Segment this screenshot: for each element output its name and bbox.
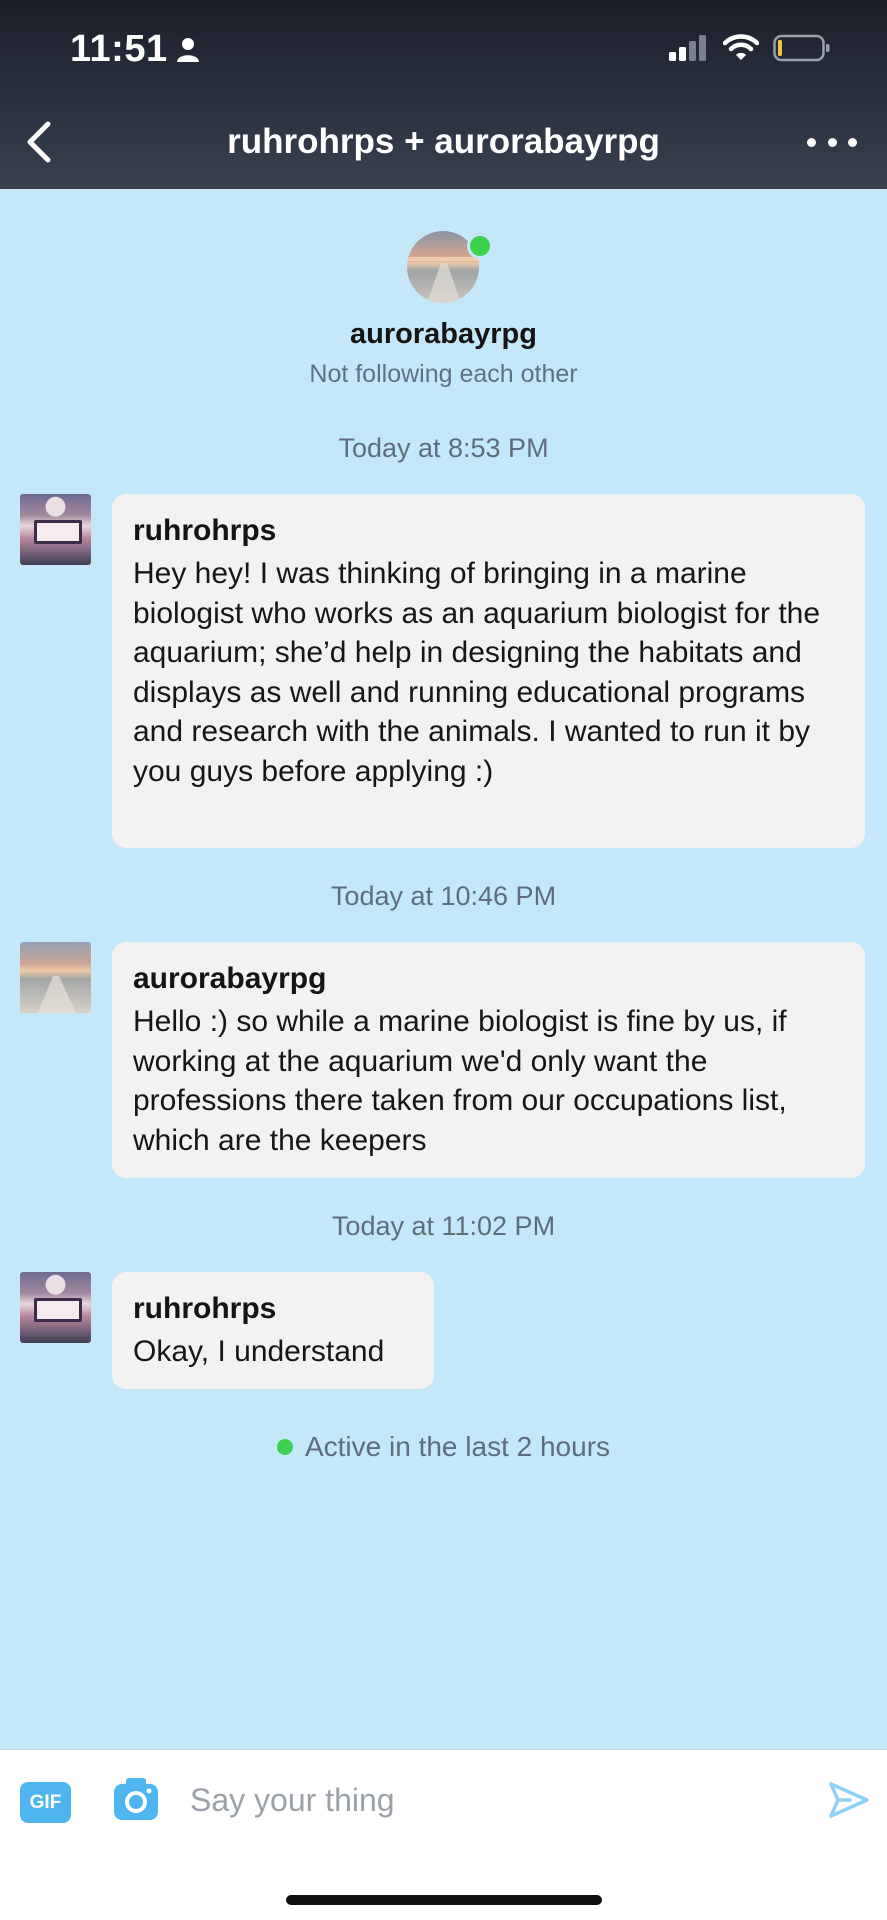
timestamp: Today at 10:46 PM <box>330 881 557 911</box>
send-button[interactable] <box>828 1780 870 1820</box>
clock-text: 11:51 <box>70 28 168 70</box>
message-bubble: ruhrohrps Okay, I understand <box>112 1272 434 1389</box>
profile-name[interactable]: aurorabayrpg <box>0 318 887 351</box>
message-author[interactable]: ruhrohrps <box>133 512 844 550</box>
top-bar: 11:51 ruhrohrps + aurorabayrpg <box>0 0 887 189</box>
timestamp: Today at 11:02 PM <box>331 1211 556 1241</box>
message-bubble: aurorabayrpg Hello :) so while a marine … <box>112 942 865 1178</box>
cellular-signal-icon <box>669 35 706 61</box>
online-indicator <box>467 233 493 259</box>
status-indicators <box>669 34 831 62</box>
message-input[interactable] <box>190 1768 810 1832</box>
camera-button[interactable] <box>112 1776 160 1822</box>
message-text: Hello :) so while a marine biologist is … <box>133 1005 787 1157</box>
more-horizontal-icon-dot <box>848 137 857 147</box>
timestamp: Today at 8:53 PM <box>338 433 549 463</box>
battery-icon <box>773 34 830 62</box>
active-status-text: Active in the last 2 hours <box>304 1431 611 1462</box>
more-horizontal-icon-dot <box>807 137 816 147</box>
home-indicator[interactable] <box>286 1895 602 1905</box>
more-horizontal-icon-dot <box>827 137 837 147</box>
message-text: Okay, I understand <box>133 1335 385 1368</box>
avatar[interactable] <box>20 494 91 565</box>
wifi-icon <box>723 34 759 60</box>
message-bubble: ruhrohrps Hey hey! I was thinking of bri… <box>112 494 865 848</box>
conversation-title: ruhrohrps + aurorabayrpg <box>227 122 660 161</box>
message-author[interactable]: ruhrohrps <box>133 1290 413 1328</box>
status-bar-time: 11:51 <box>70 28 200 71</box>
gif-button[interactable]: GIF <box>20 1782 71 1823</box>
avatar[interactable] <box>20 1272 91 1343</box>
follow-status: Not following each other <box>309 360 578 388</box>
message-text: Hey hey! I was thinking of bringing in a… <box>133 557 821 788</box>
beach-image <box>38 976 76 1013</box>
camera-icon <box>114 1778 158 1820</box>
send-icon <box>829 1782 869 1818</box>
online-dot-icon <box>276 1439 293 1455</box>
active-status: Active in the last 2 hours <box>0 1431 887 1463</box>
more-options-button[interactable] <box>807 130 857 154</box>
person-icon <box>176 37 199 62</box>
avatar[interactable] <box>20 942 91 1013</box>
message-composer: GIF <box>0 1749 887 1920</box>
message-author[interactable]: aurorabayrpg <box>133 960 844 998</box>
